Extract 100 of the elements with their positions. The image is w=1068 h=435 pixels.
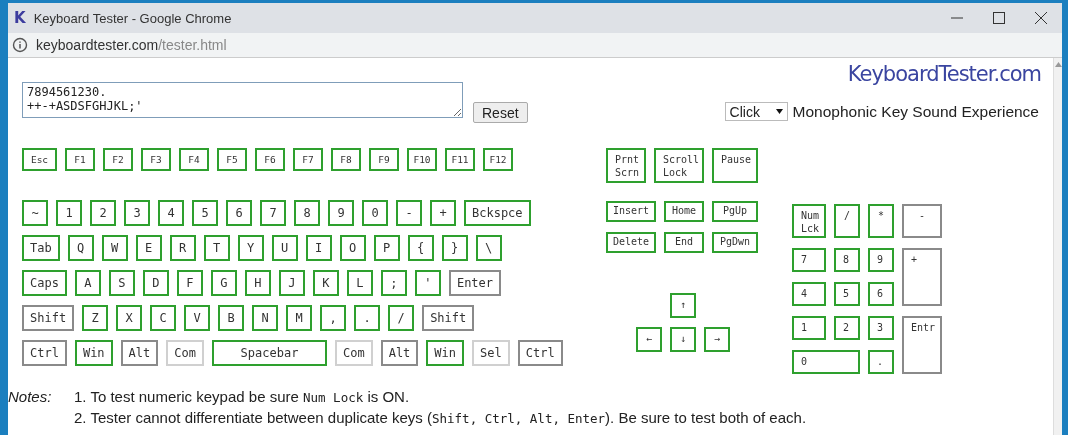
- keyboard-key: Delete: [606, 232, 656, 253]
- caret-icon: [775, 109, 783, 114]
- keyboard-key: 6: [868, 282, 894, 306]
- keyboard-key: 8: [294, 200, 320, 226]
- keyboard-key: ;: [380, 270, 407, 296]
- keyboard-key: 4: [158, 200, 184, 226]
- keyboard-key: ,: [320, 305, 347, 331]
- keyboard-key: /: [388, 305, 415, 331]
- keyboard-key: S: [108, 270, 135, 296]
- keyboard-key: Com: [166, 340, 204, 366]
- keyboard-key: ~: [22, 200, 48, 226]
- keyboard-key: P: [373, 235, 400, 261]
- keyboard-key: 0: [792, 350, 860, 374]
- keyboard-key: 7: [260, 200, 286, 226]
- keyboard-key: \: [475, 235, 502, 261]
- keyboard-key: Scroll Lock: [654, 148, 704, 183]
- keyboard-key: 9: [868, 248, 894, 272]
- keyboard-key: 9: [328, 200, 354, 226]
- keyboard-key: Num Lck: [792, 204, 826, 238]
- keyboard-key: 8: [834, 248, 860, 272]
- keyboard-key: F2: [103, 148, 133, 171]
- keyboard-key: F8: [331, 148, 361, 171]
- keyboard-key: U: [271, 235, 298, 261]
- keyboard-key: -: [902, 204, 942, 238]
- keyboard-key: Spacebar: [211, 340, 327, 366]
- keyboard-key: T: [203, 235, 230, 261]
- keyboard-key: V: [184, 305, 211, 331]
- reset-button[interactable]: Reset: [473, 102, 528, 123]
- site-logo: KeyboardTester.com: [847, 62, 1041, 86]
- keyboard-key: +: [902, 248, 942, 306]
- keyboard-key: Alt: [380, 340, 419, 366]
- keyboard-key: W: [101, 235, 128, 261]
- keyboard-key: D: [142, 270, 169, 296]
- keyboard-key: 5: [192, 200, 218, 226]
- keyboard-key: 4: [792, 282, 826, 306]
- keyboard-key: PgDwn: [712, 232, 758, 253]
- keyboard-key: A: [74, 270, 101, 296]
- keyboard-key: E: [135, 235, 162, 261]
- input-field[interactable]: 7894561230. ++-+ASDSFGHJKL;': [22, 82, 463, 118]
- keyboard-key: -: [396, 200, 422, 226]
- keyboard-key: ←: [636, 327, 662, 352]
- keyboard-key: F9: [369, 148, 399, 171]
- keyboard-key: L: [346, 270, 373, 296]
- keyboard-key: PgUp: [712, 201, 758, 222]
- keyboard-key: Y: [237, 235, 264, 261]
- keyboard-key: Enter: [448, 270, 502, 296]
- keyboard-key: .: [868, 350, 894, 374]
- keyboard-key: F6: [255, 148, 285, 171]
- keyboard-key: R: [169, 235, 196, 261]
- keyboard-key: 1: [792, 316, 826, 340]
- keyboard-key: F: [176, 270, 203, 296]
- window-title: Keyboard Tester - Google Chrome: [33, 10, 233, 26]
- keyboard-key: .: [354, 305, 381, 331]
- keyboard-key: →: [704, 327, 730, 352]
- keyboard-key: ↓: [670, 327, 696, 352]
- keyboard-key: Pause: [712, 148, 758, 183]
- keyboard-key: {: [407, 235, 434, 261]
- keyboard-key: Z: [82, 305, 109, 331]
- keyboard-key: End: [664, 232, 704, 253]
- keyboard-key: 3: [868, 316, 894, 340]
- keyboard-key: /: [834, 204, 860, 238]
- info-icon[interactable]: [12, 37, 28, 53]
- keyboard-key: I: [305, 235, 332, 261]
- keyboard-key: F12: [483, 148, 513, 171]
- keyboard-key: ': [414, 270, 441, 296]
- keyboard-key: B: [218, 305, 245, 331]
- app-icon: K: [14, 9, 26, 27]
- keyboard-key: Entr: [902, 316, 942, 374]
- keyboard-key: X: [116, 305, 143, 331]
- keyboard-key: J: [278, 270, 305, 296]
- keyboard-key: Alt: [120, 340, 159, 366]
- keyboard-key: Home: [664, 201, 704, 222]
- keyboard-key: Bckspce: [464, 200, 531, 226]
- keyboard-key: 6: [226, 200, 252, 226]
- keyboard-key: 5: [834, 282, 860, 306]
- keyboard-key: 2: [90, 200, 116, 226]
- keyboard-key: C: [150, 305, 177, 331]
- keyboard-key: Com: [334, 340, 373, 366]
- keyboard-key: }: [441, 235, 468, 261]
- sound-dropdown[interactable]: Click: [724, 102, 788, 121]
- keyboard-key: F1: [65, 148, 95, 171]
- sound-label: Monophonic Key Sound Experience: [792, 102, 1039, 121]
- keyboard-key: Win: [74, 340, 113, 366]
- keyboard-key: 3: [124, 200, 150, 226]
- keyboard-key: K: [312, 270, 339, 296]
- keyboard-key: F10: [407, 148, 437, 171]
- keyboard-key: Ctrl: [22, 340, 67, 366]
- keyboard-key: Shift: [22, 305, 75, 331]
- note-text: 2. Tester cannot differentiate between duplicate keys (Shift, Ctrl, Alt, Enter). Be sure to test both of each.: [74, 409, 807, 426]
- keyboard-key: Esc: [22, 148, 57, 171]
- url-path: /tester.html: [158, 37, 227, 53]
- notes-label: Notes:: [8, 388, 53, 407]
- keyboard-key: Win: [426, 340, 465, 366]
- keyboard-key: 7: [792, 248, 826, 272]
- keyboard-key: Sel: [472, 340, 510, 366]
- keyboard-key: ↑: [670, 293, 696, 318]
- keyboard-key: F5: [217, 148, 247, 171]
- keyboard-key: Prnt Scrn: [606, 148, 646, 183]
- keyboard-key: Tab: [22, 235, 60, 261]
- keyboard-key: Shift: [422, 305, 475, 331]
